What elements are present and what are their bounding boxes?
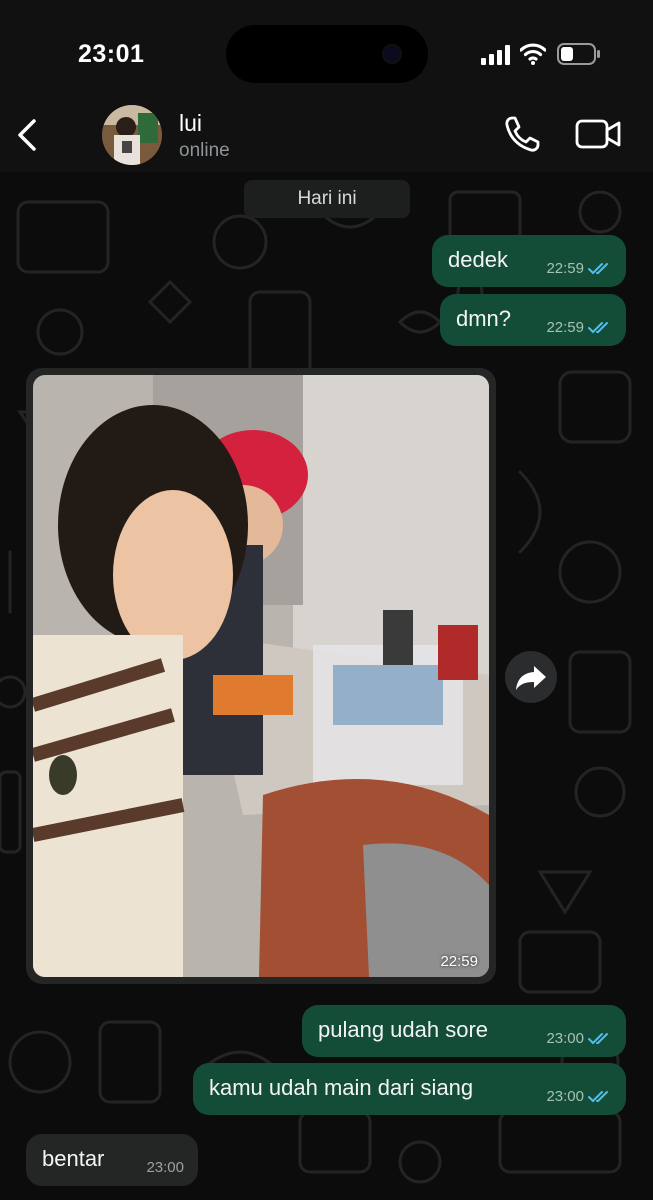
photo-message[interactable]: 22:59 bbox=[26, 368, 496, 984]
message-time: 22:59 bbox=[440, 953, 478, 970]
message-text: pulang udah sore bbox=[318, 1017, 489, 1042]
video-call-icon[interactable] bbox=[575, 118, 621, 150]
chat-area[interactable]: Hari ini dedek 22:59 dmn? 22:59 22:59 pu… bbox=[0, 172, 653, 1200]
message-text: dmn? bbox=[456, 306, 512, 331]
forward-button[interactable] bbox=[505, 651, 557, 703]
voice-call-icon[interactable] bbox=[503, 114, 541, 154]
read-receipt-icon bbox=[588, 1090, 608, 1102]
message-time: 22:59 bbox=[546, 319, 584, 336]
contact-avatar[interactable] bbox=[102, 105, 162, 165]
contact-name[interactable]: lui bbox=[179, 110, 202, 137]
back-arrow-icon[interactable] bbox=[12, 115, 42, 155]
message-time: 22:59 bbox=[546, 260, 584, 277]
message-bubble-outgoing[interactable]: dmn? 22:59 bbox=[440, 294, 626, 346]
read-receipt-icon bbox=[588, 1032, 608, 1044]
message-bubble-incoming[interactable]: bentar 23:00 bbox=[26, 1134, 198, 1186]
signal-icon bbox=[481, 45, 510, 65]
wifi-icon bbox=[520, 43, 546, 65]
message-text: dedek bbox=[448, 247, 508, 272]
message-bubble-outgoing[interactable]: kamu udah main dari siang 23:00 bbox=[193, 1063, 626, 1115]
message-time: 23:00 bbox=[546, 1030, 584, 1047]
clock: 23:01 bbox=[78, 40, 145, 68]
battery-icon bbox=[557, 43, 600, 65]
date-divider: Hari ini bbox=[244, 180, 410, 218]
message-text: kamu udah main dari siang bbox=[209, 1075, 474, 1100]
message-bubble-outgoing[interactable]: dedek 22:59 bbox=[432, 235, 626, 287]
message-bubble-outgoing[interactable]: pulang udah sore 23:00 bbox=[302, 1005, 626, 1057]
status-bar: 23:01 bbox=[0, 0, 653, 100]
message-time: 23:00 bbox=[546, 1088, 584, 1105]
dynamic-island bbox=[226, 25, 428, 83]
photo-image[interactable] bbox=[33, 375, 489, 977]
chat-header: lui online bbox=[0, 100, 653, 173]
contact-status: online bbox=[179, 140, 230, 161]
read-receipt-icon bbox=[588, 262, 608, 274]
message-text: bentar bbox=[42, 1146, 105, 1171]
forward-icon bbox=[516, 666, 546, 690]
message-time: 23:00 bbox=[146, 1159, 184, 1176]
read-receipt-icon bbox=[588, 321, 608, 333]
